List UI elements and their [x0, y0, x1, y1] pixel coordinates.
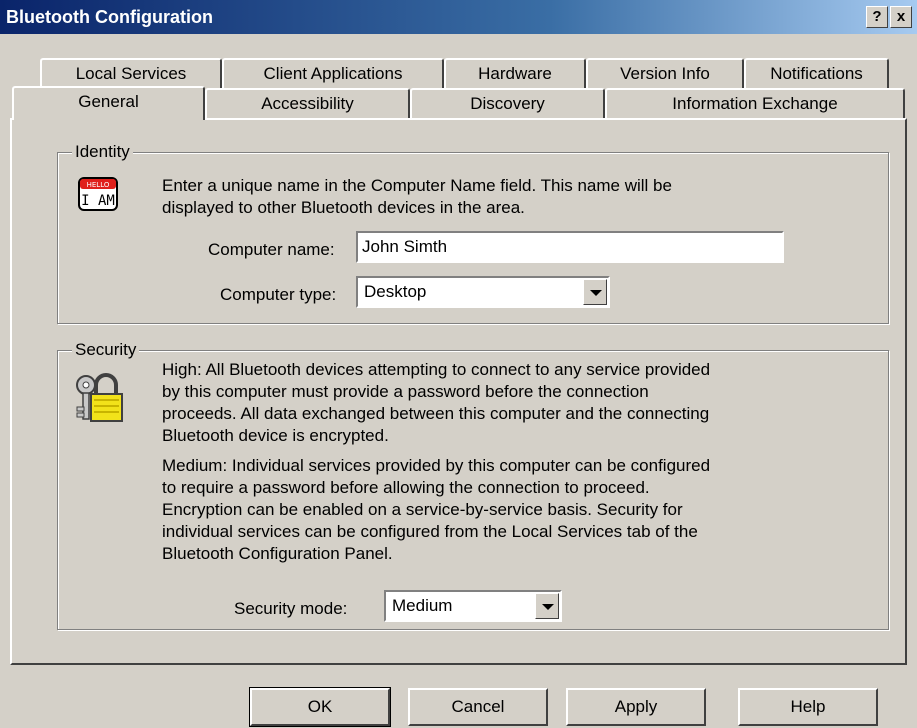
- security-medium-line-5: Bluetooth Configuration Panel.: [162, 544, 393, 563]
- security-legend: Security: [72, 340, 140, 360]
- security-high-line-1: High: All Bluetooth devices attempting t…: [162, 360, 711, 379]
- security-medium-line-3: Encryption can be enabled on a service-b…: [162, 500, 683, 519]
- title-bar: Bluetooth Configuration ? x: [0, 0, 917, 34]
- tab-information-exchange[interactable]: Information Exchange: [605, 88, 905, 118]
- ok-button[interactable]: OK: [249, 687, 391, 727]
- security-mode-value: Medium: [392, 596, 453, 615]
- security-medium-line-4: individual services can be configured fr…: [162, 522, 698, 541]
- hello-i-am-badge-icon: HELLO I AM: [78, 177, 118, 211]
- computer-name-label: Computer name:: [208, 240, 335, 259]
- security-mode-select[interactable]: Medium: [384, 590, 562, 622]
- chevron-down-icon[interactable]: [583, 279, 607, 305]
- window-title: Bluetooth Configuration: [6, 7, 213, 27]
- badge-top-text: HELLO: [87, 181, 110, 189]
- security-high-line-3: proceeds. All data exchanged between thi…: [162, 404, 710, 423]
- security-high-line-4: Bluetooth device is encrypted.: [162, 426, 389, 445]
- badge-main-text: I AM: [81, 193, 115, 209]
- tab-notifications[interactable]: Notifications: [744, 58, 889, 88]
- tab-version-info[interactable]: Version Info: [586, 58, 744, 88]
- general-tab-panel: Identity HELLO I AM Enter a unique name …: [10, 118, 907, 665]
- identity-description-line-1: Enter a unique name in the Computer Name…: [162, 176, 672, 195]
- tab-general[interactable]: General: [12, 86, 205, 120]
- help-button[interactable]: Help: [738, 688, 878, 726]
- tab-accessibility[interactable]: Accessibility: [205, 88, 410, 118]
- computer-type-value: Desktop: [364, 282, 427, 301]
- security-high-line-2: by this computer must provide a password…: [162, 382, 649, 401]
- tab-discovery[interactable]: Discovery: [410, 88, 605, 118]
- lock-and-keys-icon: [74, 369, 126, 425]
- identity-description-line-2: displayed to other Bluetooth devices in …: [162, 198, 525, 217]
- identity-legend: Identity: [72, 142, 133, 162]
- security-medium-line-2: to require a password before allowing th…: [162, 478, 650, 497]
- security-medium-line-1: Medium: Individual services provided by …: [162, 456, 711, 475]
- apply-button[interactable]: Apply: [566, 688, 706, 726]
- cancel-button[interactable]: Cancel: [408, 688, 548, 726]
- tab-local-services[interactable]: Local Services: [40, 58, 222, 88]
- help-title-button[interactable]: ?: [866, 6, 888, 28]
- identity-group: Identity HELLO I AM Enter a unique name …: [57, 142, 889, 324]
- tab-client-applications[interactable]: Client Applications: [222, 58, 444, 88]
- computer-name-input[interactable]: [356, 231, 784, 263]
- computer-type-label: Computer type:: [220, 285, 337, 304]
- tab-hardware[interactable]: Hardware: [444, 58, 586, 88]
- chevron-down-icon[interactable]: [535, 593, 559, 619]
- close-title-button[interactable]: x: [890, 6, 912, 28]
- security-mode-label: Security mode:: [234, 599, 348, 618]
- security-group: Security High: All Bluetooth devices att…: [57, 340, 889, 630]
- computer-type-select[interactable]: Desktop: [356, 276, 610, 308]
